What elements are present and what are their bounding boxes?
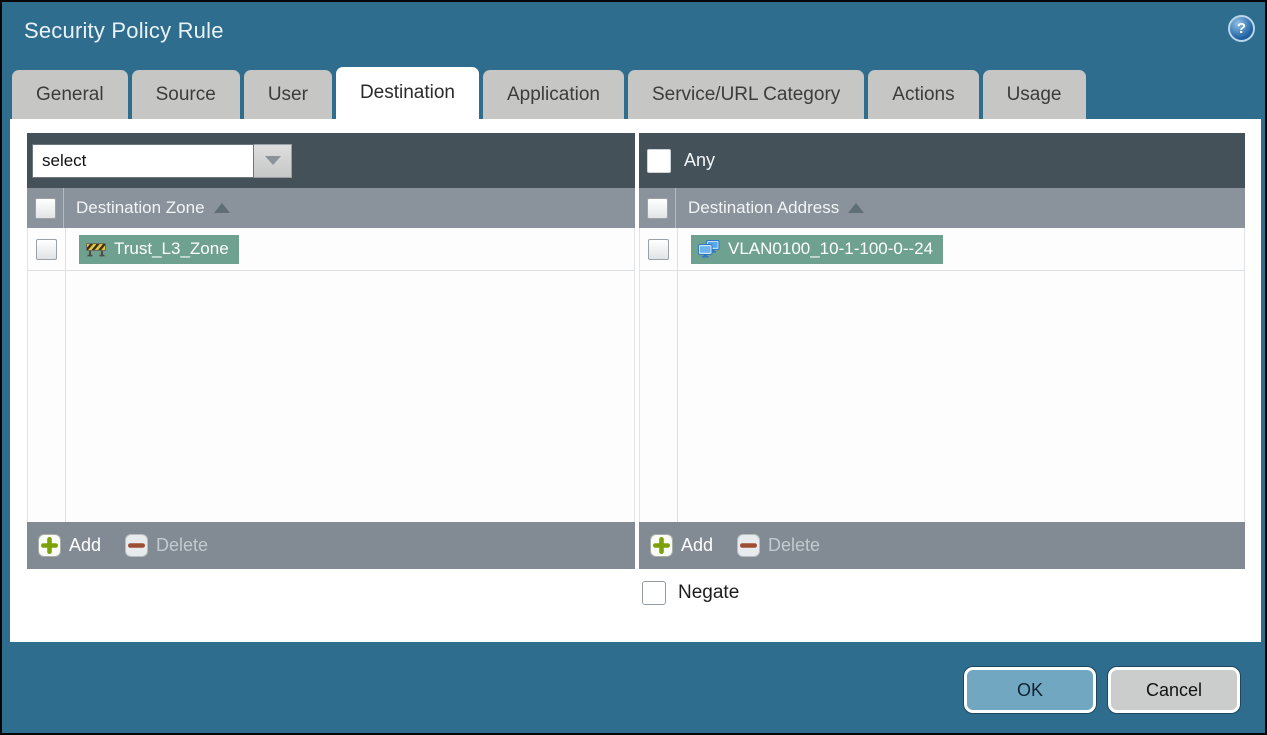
address-chip[interactable]: VLAN0100_10-1-100-0--24 bbox=[691, 234, 944, 264]
address-row-checkbox[interactable] bbox=[648, 238, 669, 260]
zone-chip-label: Trust_L3_Zone bbox=[114, 238, 229, 258]
delete-icon bbox=[737, 534, 761, 557]
help-icon[interactable]: ? bbox=[1228, 15, 1255, 42]
table-row: VLAN0100_10-1-100-0--24 bbox=[640, 228, 1244, 271]
address-table-header: Destination Address bbox=[639, 188, 1245, 228]
zone-chip[interactable]: Trust_L3_Zone bbox=[79, 234, 239, 264]
zone-select-dropdown-button[interactable] bbox=[254, 143, 292, 178]
address-delete-button[interactable]: Delete bbox=[737, 534, 820, 557]
tab-destination[interactable]: Destination bbox=[335, 67, 479, 125]
sort-ascending-icon bbox=[213, 203, 230, 213]
negate-label: Negate bbox=[678, 582, 740, 603]
network-icon bbox=[698, 239, 720, 257]
add-icon bbox=[38, 534, 61, 557]
chevron-down-icon bbox=[264, 156, 281, 165]
table-row: Trust_L3_Zone bbox=[28, 228, 634, 271]
zone-select-bar bbox=[27, 133, 635, 188]
address-delete-label: Delete bbox=[768, 535, 821, 555]
tab-source[interactable]: Source bbox=[131, 70, 240, 119]
destination-address-panel: Any Destination Address VLAN0100_10-1-10… bbox=[639, 133, 1245, 569]
destination-zone-panel: Destination Zone bbox=[27, 133, 635, 569]
tab-application[interactable]: Application bbox=[483, 70, 624, 119]
tab-service-url-category[interactable]: Service/URL Category bbox=[627, 70, 865, 119]
cancel-button[interactable]: Cancel bbox=[1108, 667, 1240, 713]
address-add-button[interactable]: Add bbox=[650, 534, 713, 557]
zone-delete-button[interactable]: Delete bbox=[125, 534, 208, 557]
zone-toolbar: Add Delete bbox=[27, 522, 635, 569]
tab-usage[interactable]: Usage bbox=[982, 70, 1086, 119]
dialog-title: Security Policy Rule bbox=[24, 18, 224, 43]
tab-user[interactable]: User bbox=[243, 70, 332, 119]
tab-bar: General Source User Destination Applicat… bbox=[12, 67, 1086, 125]
any-label: Any bbox=[684, 150, 716, 170]
zone-delete-label: Delete bbox=[156, 535, 209, 555]
security-policy-rule-dialog: Security Policy Rule ? General Source Us… bbox=[0, 0, 1267, 735]
zone-row-checkbox[interactable] bbox=[36, 238, 57, 260]
address-table-body: VLAN0100_10-1-100-0--24 bbox=[639, 228, 1245, 522]
delete-icon bbox=[125, 534, 149, 557]
any-checkbox[interactable] bbox=[647, 148, 671, 173]
address-chip-label: VLAN0100_10-1-100-0--24 bbox=[728, 238, 934, 258]
zone-add-label: Add bbox=[69, 535, 102, 555]
address-toolbar: Add Delete bbox=[639, 522, 1245, 569]
zone-column-header[interactable]: Destination Zone bbox=[76, 198, 205, 218]
zone-select-combobox bbox=[32, 143, 292, 178]
zone-table-body: Trust_L3_Zone bbox=[27, 228, 635, 522]
sort-ascending-icon bbox=[848, 203, 865, 213]
address-column-header[interactable]: Destination Address bbox=[688, 198, 839, 218]
tab-actions[interactable]: Actions bbox=[868, 70, 979, 119]
negate-option: Negate bbox=[642, 581, 739, 605]
address-any-bar: Any bbox=[639, 133, 1245, 188]
zone-add-button[interactable]: Add bbox=[38, 534, 101, 557]
address-select-all-checkbox[interactable] bbox=[646, 197, 668, 219]
tab-general[interactable]: General bbox=[12, 70, 128, 119]
zone-select-input[interactable] bbox=[32, 143, 254, 178]
zone-icon bbox=[86, 242, 106, 256]
negate-checkbox[interactable] bbox=[642, 581, 666, 605]
address-add-label: Add bbox=[681, 535, 714, 555]
ok-button[interactable]: OK bbox=[964, 667, 1096, 713]
add-icon bbox=[650, 534, 673, 557]
zone-table-header: Destination Zone bbox=[27, 188, 635, 228]
zone-select-all-checkbox[interactable] bbox=[34, 197, 56, 219]
